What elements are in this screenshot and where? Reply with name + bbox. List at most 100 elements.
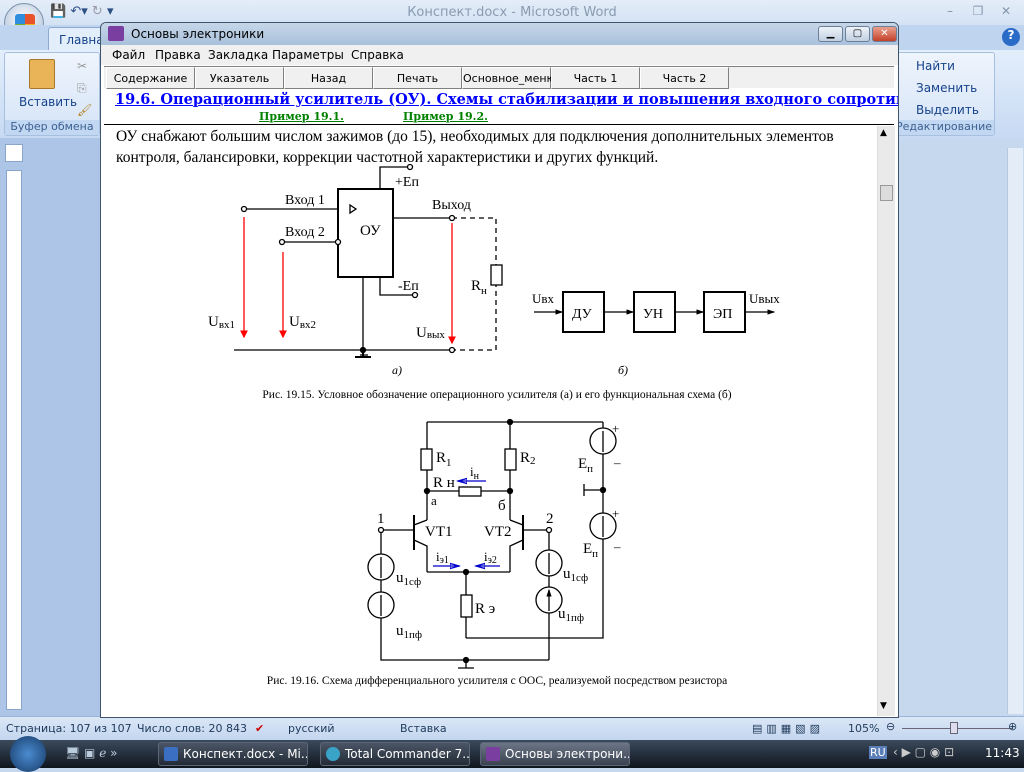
restore-icon[interactable]: ❐ <box>964 4 992 18</box>
label-output: Выход <box>432 198 471 213</box>
clipboard-group-label: Буфер обмена <box>5 120 99 135</box>
paste-icon[interactable] <box>29 59 55 89</box>
topic-content: ОУ снабжают большим числом зажимов (до 1… <box>104 126 876 716</box>
label-u1pf-right: u1пф <box>558 606 584 624</box>
label-input2: Вход 2 <box>285 225 325 240</box>
contents-button[interactable]: Содержание <box>106 67 195 89</box>
word-vertical-scrollbar[interactable] <box>1007 148 1023 714</box>
editing-group: Найти Заменить Выделить Редактирование <box>895 52 995 136</box>
language[interactable]: русский <box>288 722 335 735</box>
part1-button[interactable]: Часть 1 <box>551 67 640 89</box>
label-rn: R н <box>433 475 455 491</box>
zoom-level[interactable]: 105% <box>848 722 879 735</box>
taskbar-item-help[interactable]: Основы электрони... <box>480 742 630 766</box>
replace-button[interactable]: Заменить <box>916 81 977 95</box>
editing-group-label: Редактирование <box>896 120 994 135</box>
close-icon[interactable]: ✕ <box>992 4 1020 18</box>
taskbar-item-word[interactable]: Конспект.docx - Mi... <box>158 742 308 766</box>
main-menu-button[interactable]: Основное_меню <box>462 67 556 89</box>
label-b-uin: Uвх <box>532 291 555 306</box>
help-scrollbar[interactable]: ▲ ▼ <box>877 126 895 716</box>
menu-help[interactable]: Справка <box>351 48 404 62</box>
label-rn: Rн <box>471 278 487 297</box>
scroll-thumb[interactable] <box>880 185 893 201</box>
example-19-2-link[interactable]: Пример 19.2. <box>403 110 488 123</box>
language-indicator[interactable]: RU <box>869 746 887 759</box>
help-icon[interactable]: ? <box>1002 28 1020 46</box>
copy-icon[interactable]: ⎘ <box>77 81 87 96</box>
menu-edit[interactable]: Правка <box>155 48 201 62</box>
save-icon[interactable]: 💾 <box>50 4 66 19</box>
minimize-icon[interactable]: – <box>936 4 964 18</box>
view-buttons[interactable]: ▤▥▦▧▨ <box>752 722 824 735</box>
select-button[interactable]: Выделить <box>916 103 979 117</box>
help-title: Основы электроники <box>131 27 265 41</box>
word-count[interactable]: Число слов: 20 843 <box>137 722 247 735</box>
quick-access-toolbar: 💾 ↶▾ ↻ ▾ <box>50 4 140 22</box>
label-minus-ep: -Еп <box>398 279 419 294</box>
label-ie1: iэ1 <box>436 549 449 566</box>
scroll-down-icon[interactable]: ▼ <box>880 701 887 711</box>
scroll-up-icon[interactable]: ▲ <box>880 128 887 138</box>
zoom-out-icon[interactable]: ⊖ <box>886 720 895 733</box>
status-bar: Страница: 107 из 107 Число слов: 20 843 … <box>0 716 1024 740</box>
tab-selector[interactable] <box>5 144 23 162</box>
label-re: R э <box>475 601 495 617</box>
label-minus: – <box>613 539 621 554</box>
tab-home[interactable]: Главная <box>48 27 111 51</box>
taskbar-item-total-commander[interactable]: Total Commander 7... <box>320 742 470 766</box>
topic-title-link[interactable]: 19.6. Операционный усилитель (ОУ). Схемы… <box>115 91 898 108</box>
find-button[interactable]: Найти <box>916 59 955 73</box>
back-button[interactable]: Назад <box>284 67 373 89</box>
proofing-icon[interactable]: ✔ <box>255 722 264 735</box>
page-count[interactable]: Страница: 107 из 107 <box>6 722 132 735</box>
print-button[interactable]: Печать <box>373 67 462 89</box>
label-uin1: Uвх1 <box>208 314 235 331</box>
label-terminal-2: 2 <box>546 511 554 527</box>
label-u1pf-left: u1пф <box>396 623 422 641</box>
zoom-in-icon[interactable]: ⊕ <box>1008 720 1017 733</box>
close-button[interactable]: ✕ <box>872 26 897 42</box>
zoom-slider-thumb[interactable] <box>950 722 958 734</box>
format-painter-icon[interactable]: 🖌 <box>77 103 92 117</box>
help-title-bar: Основы электроники ▁ ▢ ✕ <box>101 23 898 45</box>
label-op-amp: ОУ <box>360 223 381 239</box>
help-button-bar: Содержание Указатель Назад Печать Основн… <box>104 66 894 89</box>
insert-mode[interactable]: Вставка <box>400 722 447 735</box>
label-ie2: iэ2 <box>484 549 497 566</box>
paste-button[interactable]: Вставить <box>19 95 77 109</box>
index-button[interactable]: Указатель <box>195 67 284 89</box>
quick-launch-icons[interactable]: 🖥 ▣ ℯ » <box>65 746 117 760</box>
start-button[interactable] <box>10 736 46 772</box>
block-un-label: УН <box>643 307 663 322</box>
menu-file[interactable]: Файл <box>112 48 145 62</box>
part2-button[interactable]: Часть 2 <box>640 67 729 89</box>
label-plus: + <box>612 506 619 521</box>
label-u1cf-left: u1сф <box>396 570 421 588</box>
menu-bookmark[interactable]: Закладка <box>208 48 268 62</box>
label-in: iн <box>470 464 480 482</box>
clock[interactable]: 11:43 <box>985 746 1020 760</box>
label-vt1: VT1 <box>425 524 453 540</box>
fig16-caption: Рис. 19.16. Схема дифференциального усил… <box>267 675 727 687</box>
word-window-controls: – ❐ ✕ <box>936 4 1020 18</box>
vertical-ruler <box>6 170 22 710</box>
label-uout: Uвых <box>416 325 445 341</box>
book-icon <box>108 26 124 41</box>
label-uin2: Uвх2 <box>289 314 316 331</box>
maximize-button[interactable]: ▢ <box>845 26 870 42</box>
example-19-1-link[interactable]: Пример 19.1. <box>259 110 344 123</box>
taskbar-item-label: Total Commander 7... <box>345 747 470 761</box>
label-b: б) <box>618 363 628 377</box>
menu-options[interactable]: Параметры <box>272 48 344 62</box>
clipboard-group: Вставить ✂ ⎘ 🖌 Буфер обмена <box>4 52 100 136</box>
undo-icon[interactable]: ↶▾ <box>70 4 87 19</box>
customize-icon[interactable]: ▾ <box>107 4 114 19</box>
redo-icon[interactable]: ↻ <box>92 4 103 19</box>
cut-icon[interactable]: ✂ <box>77 59 87 73</box>
tray-icons[interactable]: ‹ ▶ ▢ ◉ ⊡ <box>893 745 954 759</box>
minimize-button[interactable]: ▁ <box>818 26 843 42</box>
label-terminal-1: 1 <box>377 511 385 527</box>
label-a: а) <box>392 363 402 377</box>
label-r1: R1 <box>436 450 452 469</box>
